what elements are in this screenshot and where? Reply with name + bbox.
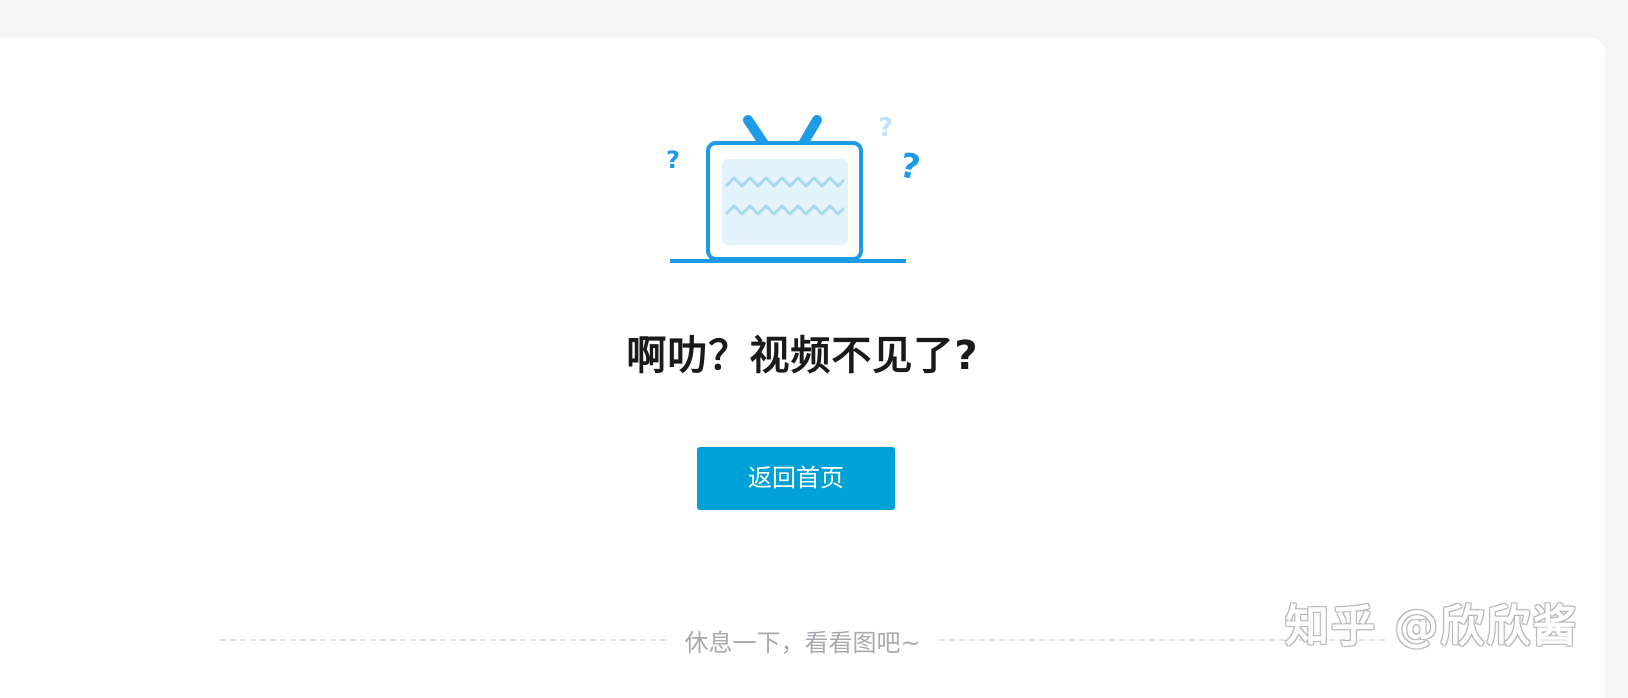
divider-text: 休息一下，看看图吧~ [684,628,921,657]
error-title: 啊叻？视频不见了? [626,333,979,379]
svg-text:?: ? [666,146,680,174]
svg-text:?: ? [897,146,923,189]
divider-dash-left [220,639,667,641]
svg-text:?: ? [878,113,893,143]
watermark: 知乎 @欣欣酱 [1285,601,1579,652]
scrollbar-track[interactable] [1605,38,1628,683]
rest-divider: 休息一下，看看图吧~ [220,620,1386,660]
broken-tv-icon: ? ? ? [660,108,940,268]
back-to-home-button[interactable]: 返回首页 [697,447,895,510]
